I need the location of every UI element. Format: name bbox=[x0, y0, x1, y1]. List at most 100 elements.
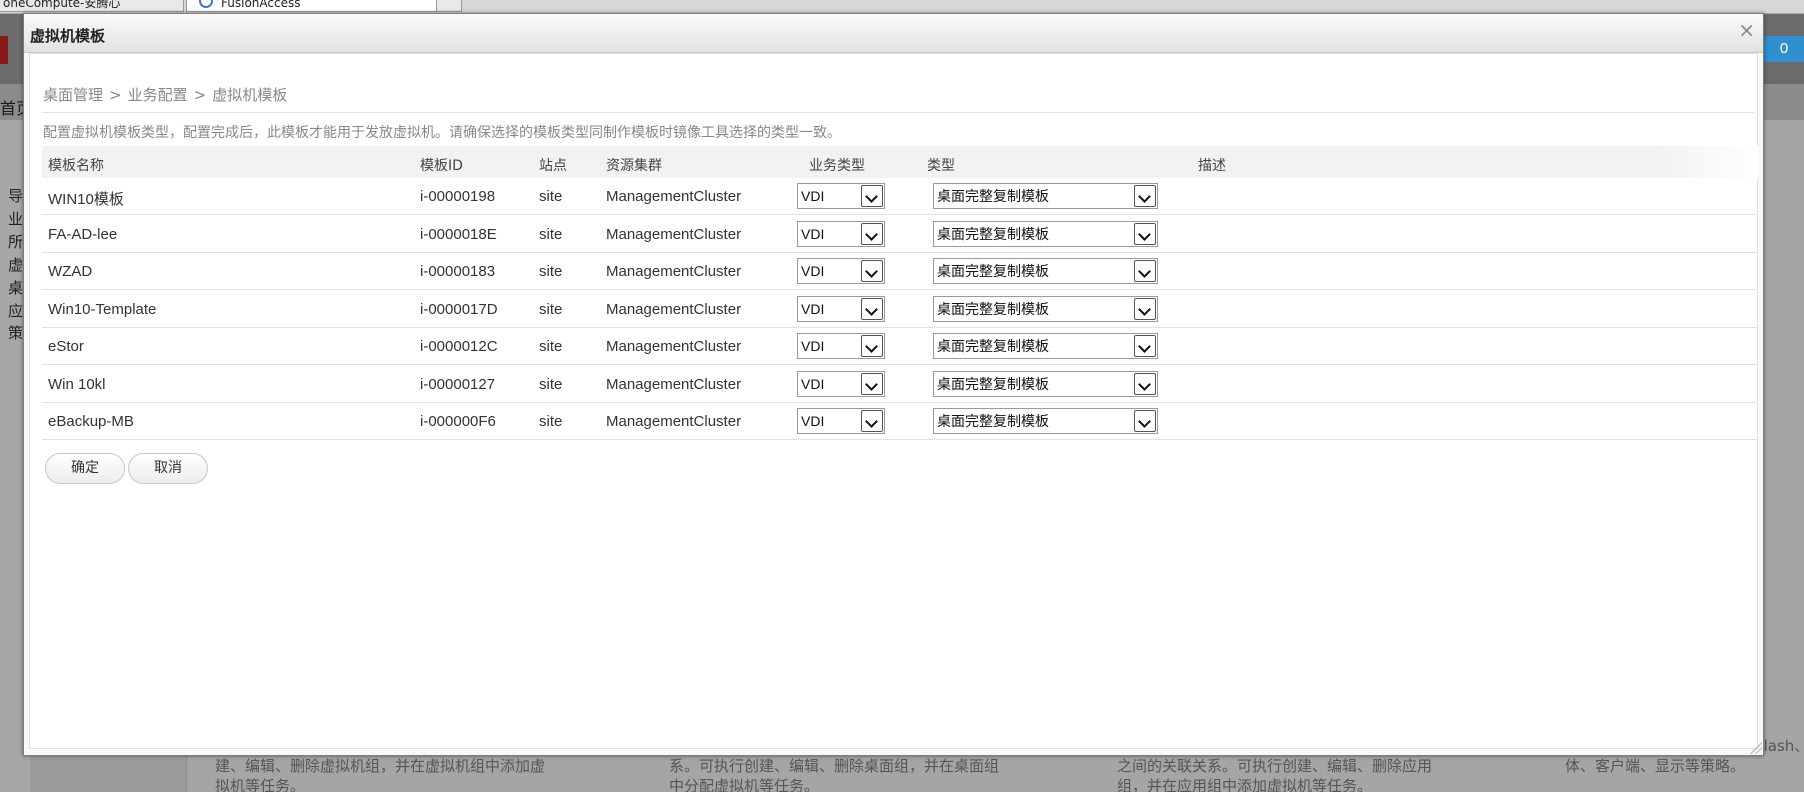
template-id-cell: i-0000012C bbox=[420, 338, 498, 355]
select-value: 桌面完整复制模板 bbox=[937, 225, 1049, 242]
tab-label: FusionAccess bbox=[221, 0, 301, 10]
sidebar-item: 导 bbox=[8, 187, 24, 205]
chevron-down-icon[interactable] bbox=[1134, 372, 1156, 395]
column-header-id: 模板ID bbox=[420, 158, 463, 174]
template-name-cell: WZAD bbox=[48, 263, 93, 280]
vm-template-dialog: 虚拟机模板 × 桌面管理 > 业务配置 > 虚拟机模板 配置虚拟机模板类型，配置完成后，… bbox=[23, 13, 1764, 756]
template-name-cell: eStor bbox=[48, 338, 84, 355]
table-row: FA-AD-lee i-0000018E site ManagementCluster… bbox=[42, 216, 1758, 253]
select-value: VDI bbox=[801, 225, 825, 242]
select-value: 桌面完整复制模板 bbox=[937, 188, 1049, 204]
close-icon[interactable]: × bbox=[1738, 20, 1755, 40]
background-description: 系。可执行创建、编辑、删除桌面组，并在桌面组中分配虚拟机等任务。 bbox=[669, 757, 1000, 792]
biz-type-select[interactable]: VDI bbox=[797, 295, 885, 322]
sidebar-item: 策 bbox=[8, 324, 24, 342]
chevron-down-icon[interactable] bbox=[861, 410, 883, 432]
table-row: Win10-Template i-0000017D site ManagementCl… bbox=[42, 291, 1758, 328]
template-type-select[interactable]: 桌面完整复制模板 bbox=[933, 408, 1158, 434]
resize-grip-icon[interactable] bbox=[1750, 742, 1762, 754]
template-type-select[interactable]: 桌面完整复制模板 bbox=[933, 220, 1158, 247]
browser-tab-fusionaccess[interactable]: FusionAccess bbox=[186, 0, 438, 12]
biz-type-select[interactable]: VDI bbox=[797, 258, 885, 284]
chevron-down-icon[interactable] bbox=[861, 185, 883, 207]
template-name-cell: FA-AD-lee bbox=[48, 225, 118, 243]
cluster-cell: ManagementCluster bbox=[606, 225, 742, 243]
tab-label: oneCompute-安腾心 bbox=[3, 0, 121, 10]
template-type-select[interactable]: 桌面完整复制模板 bbox=[933, 258, 1158, 284]
site-cell: site bbox=[539, 300, 563, 318]
browser-tab-onecompute[interactable]: oneCompute-安腾心 bbox=[0, 0, 184, 12]
select-value: VDI bbox=[801, 338, 825, 354]
breadcrumb-separator: > bbox=[109, 86, 122, 104]
template-type-select[interactable]: 桌面完整复制模板 bbox=[933, 333, 1158, 359]
cluster-cell: ManagementCluster bbox=[606, 263, 742, 280]
template-name-cell: Win 10kl bbox=[48, 375, 106, 393]
site-cell: site bbox=[539, 225, 563, 243]
template-name-cell: Win10-Template bbox=[48, 300, 157, 318]
template-id-cell: i-00000198 bbox=[420, 188, 496, 205]
chevron-down-icon[interactable] bbox=[1134, 185, 1156, 207]
biz-type-select[interactable]: VDI bbox=[797, 408, 885, 434]
chevron-down-icon[interactable] bbox=[1134, 335, 1156, 357]
template-id-cell: i-000000F6 bbox=[420, 413, 496, 430]
biz-type-select[interactable]: VDI bbox=[797, 333, 885, 359]
globe-icon bbox=[199, 0, 213, 8]
cancel-button[interactable]: 取消 bbox=[128, 453, 208, 484]
select-value: VDI bbox=[801, 188, 825, 204]
chevron-down-icon[interactable] bbox=[1134, 260, 1156, 282]
select-value: VDI bbox=[801, 300, 825, 317]
divider bbox=[42, 112, 1754, 113]
new-tab-button[interactable] bbox=[436, 0, 462, 12]
template-type-select[interactable]: 桌面完整复制模板 bbox=[933, 370, 1158, 397]
template-id-cell: i-00000127 bbox=[420, 375, 496, 393]
table-row: eBackup-MB i-000000F6 site ManagementCluste… bbox=[42, 403, 1758, 440]
config-hint: 配置虚拟机模板类型，配置完成后，此模板才能用于发放虚拟机。请确保选择的模板类型同… bbox=[43, 125, 841, 141]
chevron-down-icon[interactable] bbox=[1134, 222, 1156, 245]
template-name-cell: WIN10模板 bbox=[48, 191, 124, 208]
template-id-cell: i-0000018E bbox=[420, 225, 497, 243]
biz-type-select[interactable]: VDI bbox=[797, 220, 885, 247]
chevron-down-icon[interactable] bbox=[861, 335, 883, 357]
biz-type-select[interactable]: VDI bbox=[797, 183, 885, 209]
column-header-site: 站点 bbox=[539, 158, 567, 174]
ok-button[interactable]: 确定 bbox=[45, 453, 125, 484]
site-cell: site bbox=[539, 188, 563, 205]
breadcrumb-separator: > bbox=[193, 86, 207, 104]
brand-logo bbox=[0, 36, 8, 64]
template-id-cell: i-00000183 bbox=[420, 263, 496, 280]
select-value: 桌面完整复制模板 bbox=[937, 263, 1049, 279]
sidebar-item: 业 bbox=[8, 210, 24, 228]
site-cell: site bbox=[539, 375, 563, 393]
chevron-down-icon[interactable] bbox=[1134, 297, 1156, 320]
column-header-biz-type: 业务类型 bbox=[809, 158, 865, 174]
site-cell: site bbox=[539, 338, 563, 355]
background-description: 体、客户端、显示等策略。 bbox=[1565, 757, 1746, 775]
chevron-down-icon[interactable] bbox=[861, 260, 883, 282]
table-row: eStor i-0000012C site ManagementCluster VDI 桌… bbox=[42, 328, 1758, 365]
cluster-cell: ManagementCluster bbox=[606, 375, 742, 393]
breadcrumb-item: 桌面管理 bbox=[43, 86, 104, 104]
cluster-cell: ManagementCluster bbox=[606, 300, 742, 318]
template-name-cell: eBackup-MB bbox=[48, 413, 134, 430]
dialog-body: 桌面管理 > 业务配置 > 虚拟机模板 配置虚拟机模板类型，配置完成后，此模板才能用于发… bbox=[29, 53, 1758, 749]
browser-tab-strip: oneCompute-安腾心 FusionAccess bbox=[0, 0, 1804, 14]
template-type-select[interactable]: 桌面完整复制模板 bbox=[933, 183, 1158, 209]
chevron-down-icon[interactable] bbox=[861, 297, 883, 320]
template-type-select[interactable]: 桌面完整复制模板 bbox=[933, 295, 1158, 322]
sidebar-item: 虚 bbox=[8, 256, 24, 274]
background-description: 之间的关联关系。可执行创建、编辑、删除应用组，并在应用组中添加虚拟机等任务。 bbox=[1117, 757, 1433, 792]
chevron-down-icon[interactable] bbox=[861, 222, 883, 245]
sidebar-item: 桌 bbox=[8, 279, 24, 297]
chevron-down-icon[interactable] bbox=[861, 372, 883, 395]
table-row: Win 10kl i-00000127 site ManagementCluster V… bbox=[42, 366, 1758, 403]
dialog-title-bar[interactable]: 虚拟机模板 × bbox=[24, 14, 1763, 53]
breadcrumb-item: 业务配置 bbox=[127, 86, 188, 104]
table-header: 模板名称 模板ID 站点 资源集群 业务类型 类型 描述 bbox=[42, 146, 1758, 178]
column-header-desc: 描述 bbox=[1198, 158, 1226, 174]
biz-type-select[interactable]: VDI bbox=[797, 370, 885, 397]
select-value: VDI bbox=[801, 263, 825, 279]
select-value: 桌面完整复制模板 bbox=[937, 413, 1049, 429]
chevron-down-icon[interactable] bbox=[1134, 410, 1156, 432]
select-value: VDI bbox=[801, 413, 825, 429]
notification-badge: 0 bbox=[1764, 36, 1804, 62]
